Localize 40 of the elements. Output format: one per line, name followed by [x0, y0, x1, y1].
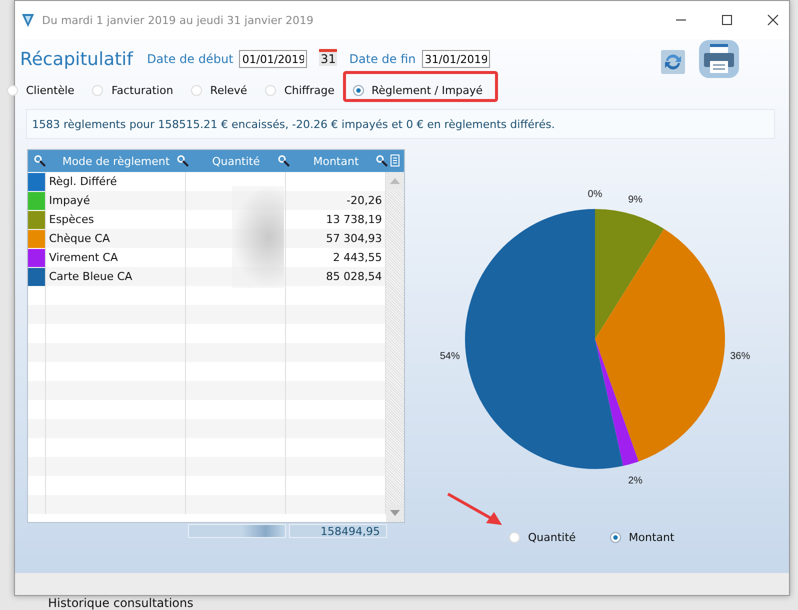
- history-label[interactable]: Historique consultations: [48, 597, 194, 610]
- summary-text: 1583 règlements pour 158515.21 € encaissés, -20.26 € impayés et 0 € en règlements différés.: [26, 109, 775, 139]
- pie-label: 9%: [628, 194, 643, 206]
- end-date-label: Date de fin: [349, 52, 416, 66]
- radio-option[interactable]: Relevé: [191, 84, 256, 96]
- table-cell: Chèque CA: [49, 232, 110, 245]
- start-date-label: Date de début: [147, 52, 234, 66]
- table-cell: Virement CA: [49, 251, 118, 264]
- pie-label: 0%: [588, 189, 602, 200]
- table-cell: Règl. Différé: [49, 175, 117, 188]
- search-icon[interactable]: [34, 155, 46, 167]
- calendar-icon[interactable]: 31: [319, 49, 338, 69]
- refresh-icon[interactable]: [661, 50, 685, 74]
- pie-label: 36%: [730, 350, 750, 362]
- pie-label: 54%: [440, 350, 460, 362]
- close-icon[interactable]: [767, 14, 779, 26]
- search-icon[interactable]: [177, 155, 189, 167]
- search-icon[interactable]: [376, 155, 388, 167]
- table-cell: 13 738,19: [326, 213, 382, 226]
- window-title: Du mardi 1 janvier 2019 au jeudi 31 janvier 2019: [42, 14, 314, 26]
- pie-label: 2%: [628, 475, 643, 486]
- table-cell: 2 443,55: [333, 251, 382, 264]
- logo-icon: [20, 12, 36, 28]
- search-icon[interactable]: [278, 155, 290, 167]
- report-title: Récapitulatif: [20, 48, 134, 70]
- radio-option[interactable]: Facturation: [92, 84, 182, 96]
- total-cell: 158494,95: [289, 524, 387, 538]
- radio-option[interactable]: Quantité: [509, 531, 584, 544]
- table-cell: Impayé: [49, 194, 90, 207]
- table-cell: Carte Bleue CA: [49, 270, 132, 283]
- printer-icon[interactable]: [699, 40, 739, 78]
- table-cell: Espèces: [49, 213, 94, 226]
- table-cell: -20,26: [346, 194, 382, 207]
- maximize-icon[interactable]: [721, 14, 733, 26]
- table-cell: 85 028,54: [326, 270, 382, 283]
- table-cell: 57 304,93: [326, 232, 382, 245]
- radio-option[interactable]: Chiffrage: [265, 84, 343, 96]
- radio-option[interactable]: Montant: [610, 531, 682, 544]
- radio-option[interactable]: Règlement / Impayé: [352, 84, 491, 96]
- radio-option[interactable]: Clientèle: [7, 84, 82, 96]
